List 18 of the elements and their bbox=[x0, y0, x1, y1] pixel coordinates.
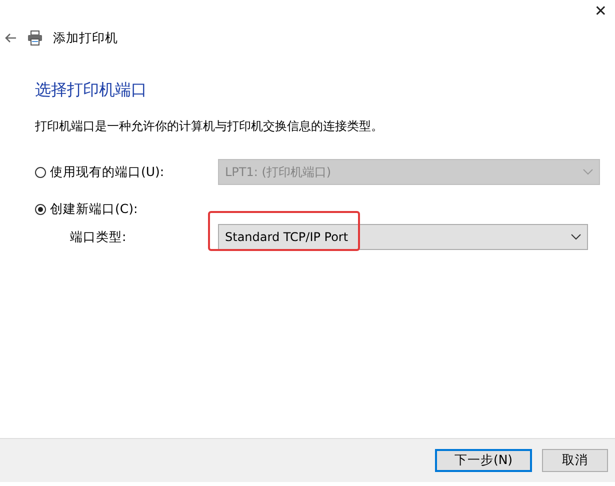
close-button[interactable]: ✕ bbox=[592, 2, 609, 20]
radio-option[interactable]: 创建新端口(C): bbox=[35, 200, 218, 218]
radio-button[interactable] bbox=[35, 204, 46, 214]
dropdown-value: Standard TCP/IP Port bbox=[225, 230, 350, 244]
description: 打印机端口是一种允许你的计算机与打印机交换信息的连接类型。 bbox=[35, 118, 384, 135]
radio-button[interactable] bbox=[35, 166, 46, 178]
chevron-down-icon bbox=[571, 234, 581, 240]
port-type-label: 端口类型: bbox=[69, 228, 128, 246]
radio-option[interactable]: 使用现有的端口(U): bbox=[35, 164, 218, 180]
page-heading: 选择打印机端口 bbox=[35, 79, 148, 101]
printer-icon bbox=[27, 30, 43, 46]
window-title: 添加打印机 bbox=[53, 30, 118, 46]
dropdown[interactable]: Standard TCP/IP Port bbox=[218, 224, 588, 250]
back-arrow-icon[interactable] bbox=[5, 33, 17, 43]
chevron-down-icon bbox=[583, 169, 593, 175]
dropdown-value: LPT1: (打印机端口) bbox=[225, 164, 332, 180]
dialog-button[interactable]: 下一步(N) bbox=[435, 449, 532, 472]
dialog-button[interactable]: 取消 bbox=[542, 449, 608, 472]
